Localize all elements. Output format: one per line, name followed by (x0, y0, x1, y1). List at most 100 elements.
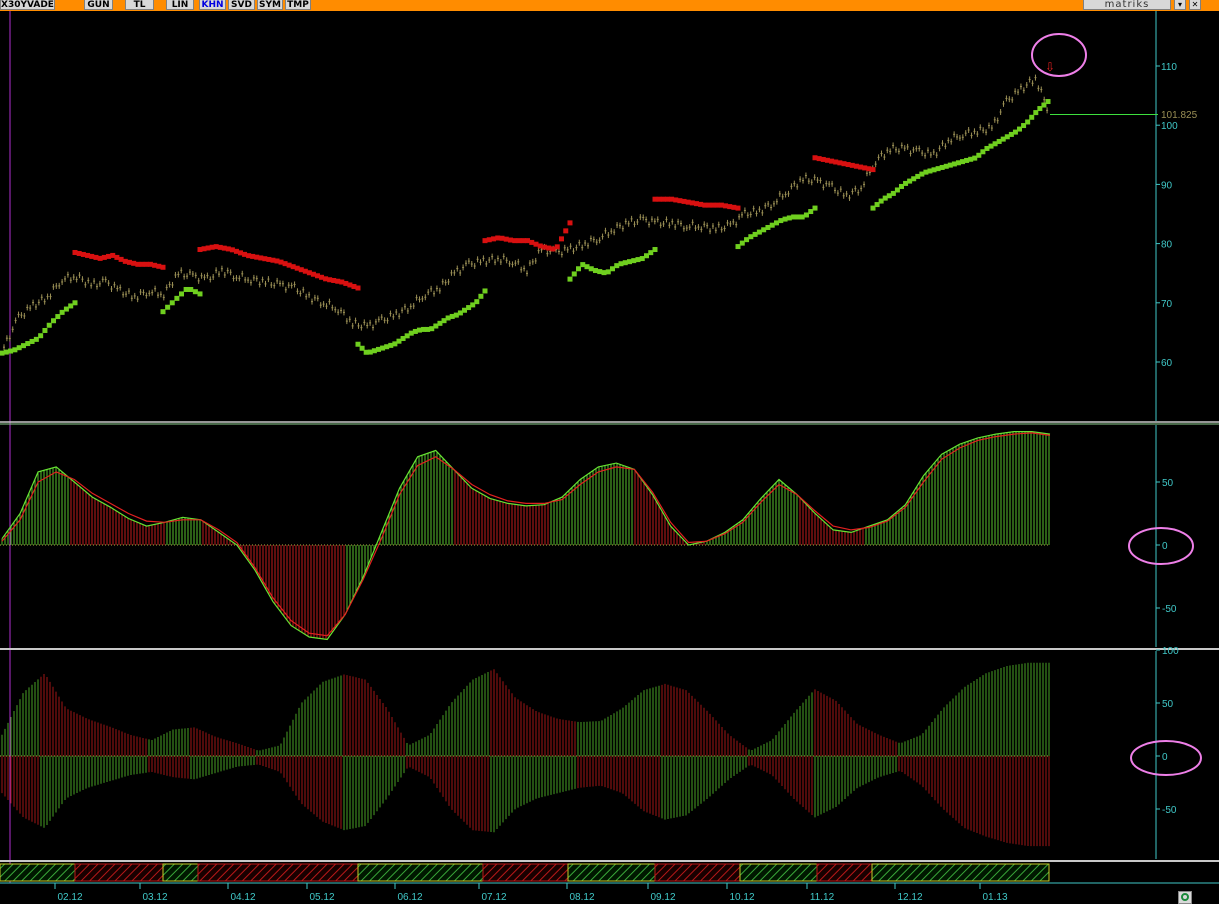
signal-segment-down (816, 863, 873, 882)
x-tick-label: 05.12 (309, 892, 334, 903)
trail-up-marker (55, 314, 61, 320)
trail-up-marker (197, 291, 203, 297)
trail-down-marker (870, 167, 876, 173)
x-tick-label: 06.12 (397, 892, 422, 903)
trail-up-marker (1029, 114, 1035, 120)
trail-down-marker (355, 285, 361, 291)
x-tick-label: 11.12 (810, 892, 835, 903)
lin-button[interactable]: LIN (166, 0, 194, 10)
trail-up-marker (744, 237, 750, 243)
signal-segment-down (482, 863, 569, 882)
trail-up-marker (795, 214, 801, 220)
oscillator-tick-label: 50 (1162, 478, 1174, 489)
trail-up-marker (761, 227, 767, 233)
histogram-tick-label: 0 (1162, 752, 1168, 763)
price-tick-label: 80 (1161, 240, 1173, 251)
trail-up-marker (188, 286, 194, 292)
trail-up-marker (38, 333, 44, 339)
trail-up-marker (12, 347, 18, 353)
svd-button[interactable]: SVD (228, 0, 255, 10)
price-tick-label: 100 (1161, 121, 1178, 132)
signal-segment-down (74, 863, 164, 882)
tmp-button[interactable]: TMP (285, 0, 311, 10)
trail-up-marker (735, 244, 741, 250)
trail-up-marker (803, 212, 809, 218)
trail-up-marker (68, 303, 74, 309)
x-tick-label: 08.12 (569, 892, 594, 903)
trail-up-marker (482, 288, 488, 294)
last-price-label: 101.825 (1161, 110, 1198, 121)
trail-up-marker (25, 341, 31, 347)
signal-segment-up (0, 863, 76, 882)
trail-up-marker (791, 214, 797, 220)
histogram-tick-label: 100 (1162, 646, 1179, 657)
trail-up-marker (3, 349, 9, 355)
trail-up-marker (812, 205, 818, 211)
trail-up-marker (739, 240, 745, 246)
trail-up-marker (474, 299, 480, 305)
oscillator-tick-label: 0 (1162, 541, 1168, 552)
signal-segment-up (357, 863, 484, 882)
x-tick-label: 07.12 (481, 892, 506, 903)
histogram-tick-label: 50 (1162, 699, 1174, 710)
trail-up-marker (51, 318, 57, 324)
scroll-down-icon[interactable]: ▾ (1174, 0, 1186, 10)
trail-up-marker (16, 345, 22, 351)
trail-down-marker (563, 228, 569, 234)
sell-arrow-icon: ⇩ (1045, 60, 1055, 74)
x-tick-label: 04.12 (230, 892, 255, 903)
trail-up-marker (478, 293, 484, 299)
trail-up-marker (42, 327, 48, 333)
trail-up-marker (46, 322, 52, 328)
trail-up-marker (8, 348, 14, 354)
signal-segment-up (739, 863, 818, 882)
trail-up-marker (63, 306, 69, 312)
khn-button[interactable]: KHN (199, 0, 226, 10)
brand-logo: matriks (1083, 0, 1171, 10)
trail-down-marker (735, 205, 741, 211)
trail-up-marker (169, 300, 175, 306)
price-tick-label: 70 (1161, 299, 1173, 310)
histogram-tick-label: -50 (1162, 805, 1177, 816)
gun-button[interactable]: GUN (84, 0, 113, 10)
trail-up-marker (752, 231, 758, 237)
signal-segment-up (162, 863, 199, 882)
close-icon[interactable]: ✕ (1189, 0, 1201, 10)
signal-segment-up (567, 863, 656, 882)
x-tick-label: 03.12 (142, 892, 167, 903)
trail-down-marker (554, 244, 560, 250)
trail-up-marker (765, 224, 771, 230)
trail-up-marker (1025, 119, 1031, 125)
trail-up-marker (782, 216, 788, 222)
price-tick-label: 110 (1161, 62, 1177, 73)
toolbar: X30YVADE GUN TL LIN KHN SVD SYM TMP matr… (0, 0, 1219, 11)
trail-down-marker (160, 264, 166, 270)
trail-up-marker (72, 300, 78, 306)
trail-down-marker (567, 220, 573, 226)
trail-up-marker (786, 215, 792, 221)
trail-up-marker (778, 218, 784, 224)
trail-up-marker (774, 220, 779, 226)
symbol-box[interactable]: X30YVADE (0, 0, 55, 10)
x-tick-label: 10.12 (729, 892, 754, 903)
tl-button[interactable]: TL (125, 0, 154, 10)
trail-up-marker (192, 289, 198, 295)
trail-up-marker (799, 214, 805, 220)
signal-bar (0, 863, 1050, 882)
trail-up-marker (808, 209, 814, 215)
sym-button[interactable]: SYM (257, 0, 283, 10)
x-tick-label: 09.12 (650, 892, 675, 903)
trail-up-marker (33, 336, 39, 342)
price-tick-label: 60 (1161, 358, 1173, 369)
trail-up-marker (571, 271, 577, 277)
chart-area[interactable]: 60 70 80 90 100 110 101.825 ⇩ -50 0 50 -50 0 50 10… (0, 11, 1219, 904)
trail-up-marker (179, 291, 184, 297)
trail-up-marker (160, 309, 166, 315)
refresh-icon[interactable] (1178, 891, 1192, 904)
signal-segment-down (654, 863, 741, 882)
x-tick-label: 02.12 (57, 892, 82, 903)
x-tick-label: 12.12 (897, 892, 922, 903)
trail-up-marker (769, 222, 775, 228)
price-tick-label: 90 (1161, 180, 1173, 191)
trail-up-marker (20, 343, 26, 349)
